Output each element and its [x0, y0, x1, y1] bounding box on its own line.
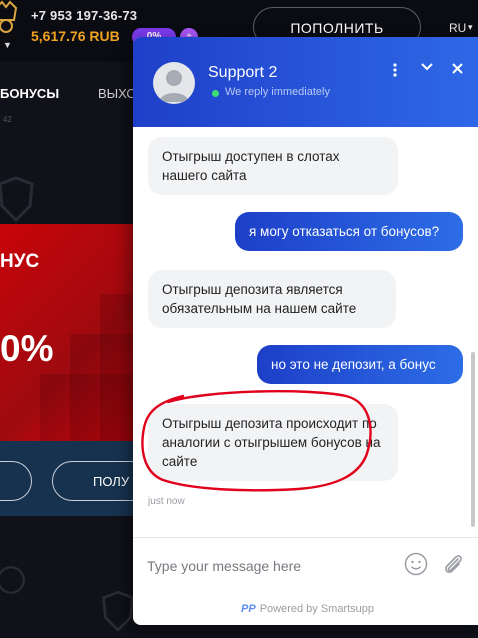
logo-caret-icon[interactable]: ▼ — [3, 40, 12, 50]
shield-icon — [0, 566, 25, 594]
banner-percent: 0% — [0, 328, 54, 369]
chat-footer: PP Powered by Smartsupp — [133, 595, 478, 625]
more-vertical-icon[interactable] — [385, 63, 405, 83]
language-selector[interactable]: RU — [449, 21, 466, 35]
powered-by-text[interactable]: Powered by Smartsupp — [260, 603, 374, 615]
message-input[interactable] — [147, 552, 387, 580]
agent-status: We reply immediately — [225, 86, 330, 98]
shield-icon — [0, 176, 34, 223]
language-caret-icon[interactable]: ▾ — [468, 22, 473, 33]
support-chat-widget: Support 2 We reply immediately Отыгрыш д… — [133, 37, 478, 625]
nav-exit[interactable]: ВЫХО — [98, 86, 137, 101]
highlight-annotation — [141, 390, 372, 492]
promo-banner[interactable]: НУС 0% — [0, 224, 140, 441]
user-balance: 5,617.76 RUB — [31, 28, 120, 44]
user-phone: +7 953 197-36-73 — [31, 8, 138, 23]
shield-icon — [102, 590, 134, 632]
online-status-dot — [212, 90, 219, 97]
message-composer — [133, 537, 478, 595]
chat-header: Support 2 We reply immediately — [133, 37, 478, 127]
close-icon[interactable] — [447, 63, 467, 83]
user-message: но это не депозит, а бонус — [257, 345, 463, 384]
nav-count: 42 — [3, 115, 12, 124]
paperclip-icon[interactable] — [441, 552, 465, 578]
message-timestamp: just now — [148, 496, 185, 507]
user-message: я могу отказаться от бонусов? — [235, 212, 463, 251]
avatar-icon — [153, 62, 195, 104]
emoji-icon[interactable] — [404, 552, 428, 576]
agent-name: Support 2 — [208, 64, 278, 81]
agent-message: Отыгрыш доступен в слотах нашего сайта — [148, 137, 398, 195]
banner-title: НУС — [0, 251, 40, 272]
screen: ▼ +7 953 197-36-73 5,617.76 RUB 0% + ПОП… — [0, 0, 478, 638]
nav-bonuses[interactable]: БОНУСЫ — [0, 86, 59, 101]
chevron-down-icon[interactable] — [417, 63, 437, 83]
chat-scrollbar[interactable] — [471, 352, 475, 527]
smartsupp-logo-icon[interactable]: PP — [241, 603, 256, 615]
crown-logo-icon[interactable] — [0, 0, 20, 34]
agent-message: Отыгрыш депозита является обязательным н… — [148, 270, 396, 328]
